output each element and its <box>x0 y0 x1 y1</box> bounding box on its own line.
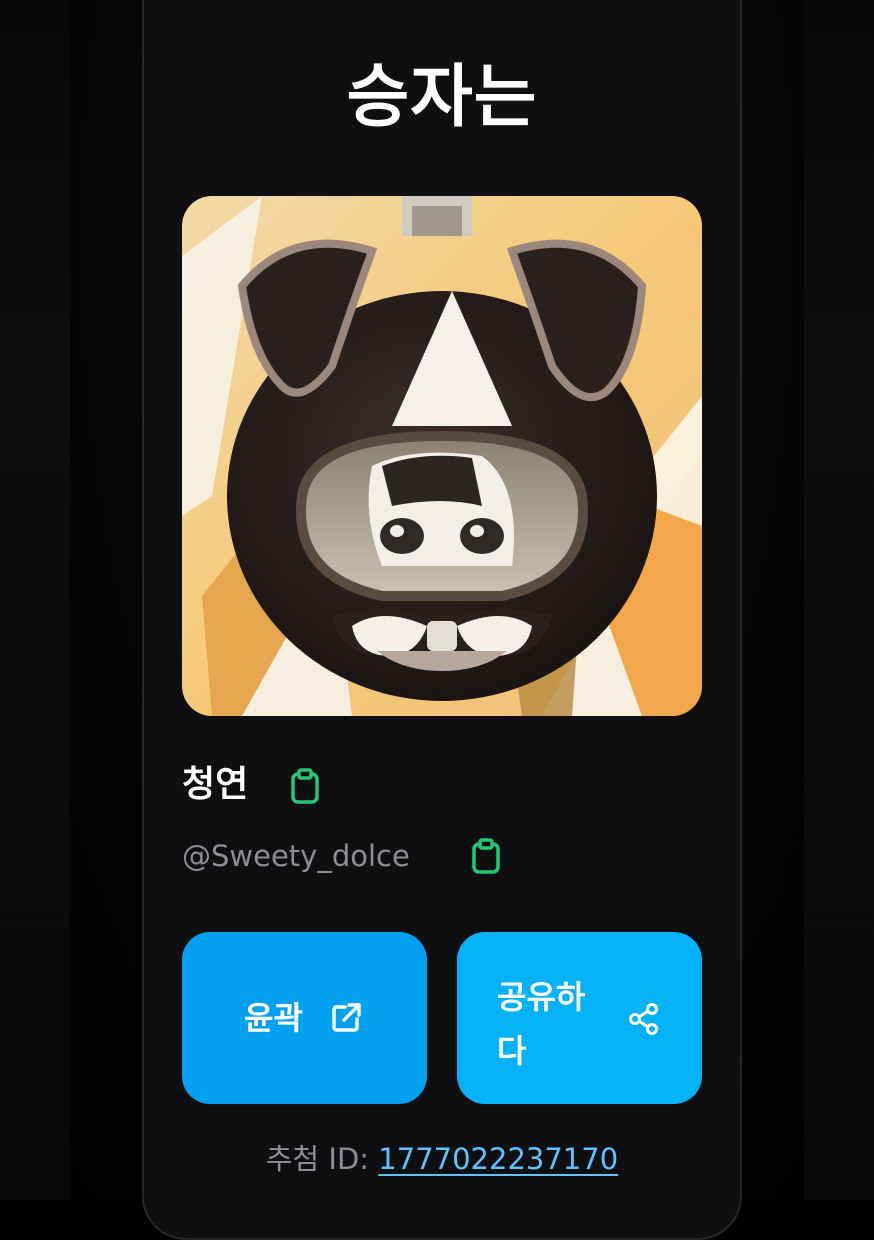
share-icon <box>627 1002 661 1036</box>
winner-card-content: 승자는 청연 @Sweety_dolce 윤곽 공유하다 추첨 ID: 1777… <box>142 0 742 1200</box>
outline-button[interactable]: 윤곽 <box>182 932 427 1104</box>
copy-name-clipboard-icon[interactable] <box>287 766 323 806</box>
page-title: 승자는 <box>346 58 538 137</box>
left-dim-panel <box>0 0 70 1200</box>
external-link-icon <box>328 1000 364 1036</box>
share-button[interactable]: 공유하다 <box>457 932 702 1104</box>
share-button-label: 공유하다 <box>497 978 586 1070</box>
outline-button-label: 윤곽 <box>244 999 303 1037</box>
winner-handle: @Sweety_dolce <box>182 839 410 873</box>
copy-handle-clipboard-icon[interactable] <box>468 836 504 876</box>
draw-id-link[interactable]: 1777022237170 <box>378 1142 618 1176</box>
right-dim-panel <box>804 0 874 1200</box>
winner-name: 청연 <box>182 764 249 805</box>
draw-id-label: 추첨 ID: <box>265 1142 379 1176</box>
winner-avatar-photo <box>182 196 702 716</box>
draw-id-row: 추첨 ID: 1777022237170 <box>142 1136 742 1182</box>
